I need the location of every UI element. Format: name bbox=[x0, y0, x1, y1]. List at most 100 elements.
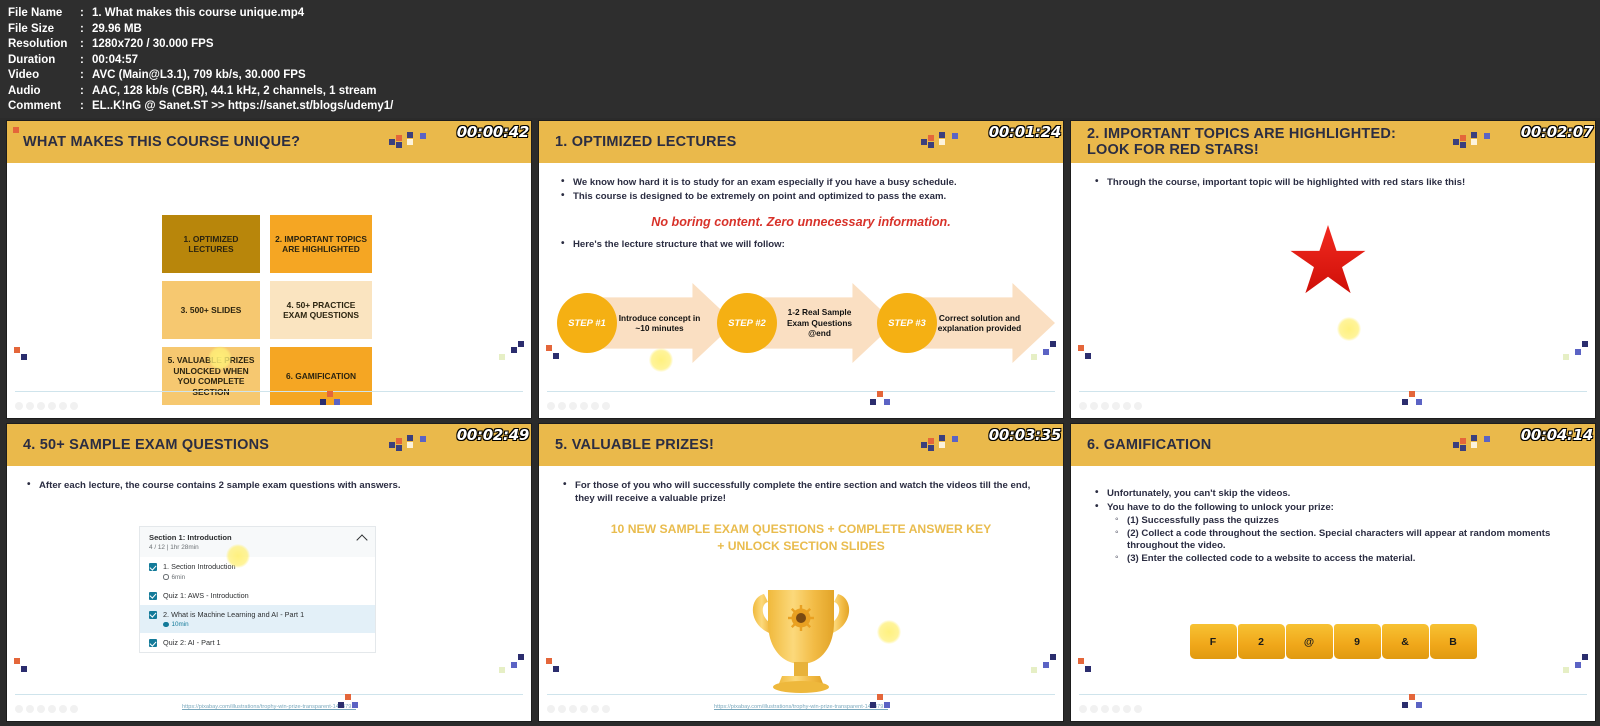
course-item-label: Quiz 2: AI - Part 1 bbox=[163, 638, 221, 647]
metadata-key: File Size bbox=[8, 22, 55, 35]
sub-bullet-list: (1) Successfully pass the quizzes (2) Co… bbox=[1115, 514, 1577, 566]
slide-body: For those of you who will successfully c… bbox=[539, 466, 1063, 721]
checkbox-checked-icon[interactable] bbox=[149, 563, 157, 571]
step-circle: STEP #3 bbox=[877, 293, 937, 353]
social-icon bbox=[37, 705, 45, 713]
prize-headline-line2: + UNLOCK SECTION SLIDES bbox=[717, 539, 885, 553]
social-icon bbox=[569, 705, 577, 713]
course-list-item[interactable]: Quiz 1: AWS - Introduction bbox=[140, 586, 375, 605]
course-item-label: Quiz 1: AWS - Introduction bbox=[163, 590, 249, 600]
decor-square bbox=[870, 702, 876, 708]
social-icon bbox=[1101, 705, 1109, 713]
video-thumbnail-panel-1[interactable]: WHAT MAKES THIS COURSE UNIQUE? 00:00:42 … bbox=[6, 120, 532, 419]
slide-header-bar: 5. VALUABLE PRIZES! 00:03:35 bbox=[539, 424, 1063, 466]
social-icons bbox=[1079, 705, 1142, 713]
course-item-label: 2. What is Machine Learning and AI - Par… bbox=[163, 609, 305, 619]
image-credit-link[interactable]: https://pixabay.com/illustrations/trophy… bbox=[539, 704, 1063, 710]
decor-square bbox=[546, 345, 552, 351]
social-icon bbox=[591, 402, 599, 410]
image-credit-link[interactable]: https://pixabay.com/illustrations/trophy… bbox=[7, 704, 531, 710]
metadata-value: 1280x720 / 30.000 FPS bbox=[92, 38, 214, 50]
process-step: STEP #1 Introduce concept in ~10 minutes bbox=[557, 275, 735, 370]
social-icon bbox=[1112, 402, 1120, 410]
checkbox-checked-icon[interactable] bbox=[149, 591, 157, 600]
footer-divider bbox=[1079, 694, 1587, 695]
footer-divider bbox=[15, 694, 523, 695]
decor-square bbox=[884, 399, 890, 405]
decor-square bbox=[1575, 349, 1581, 355]
bullet-list: For those of you who will successfully c… bbox=[563, 479, 1035, 505]
decor-square bbox=[352, 702, 358, 708]
social-icon bbox=[48, 705, 56, 713]
slide-canvas: 1. OPTIMIZED LECTURES 00:01:24 We know h… bbox=[539, 121, 1063, 418]
decor-square bbox=[511, 662, 517, 668]
checkbox-checked-icon[interactable] bbox=[149, 639, 157, 647]
decorative-pixel-cluster bbox=[389, 434, 435, 456]
decor-square bbox=[870, 399, 876, 405]
footer-divider bbox=[1079, 391, 1587, 392]
social-icon bbox=[1123, 402, 1131, 410]
checkbox-checked-icon[interactable] bbox=[149, 610, 157, 619]
course-list-item[interactable]: Quiz 2: AI - Part 1 bbox=[140, 633, 375, 652]
metadata-colon: : bbox=[80, 7, 84, 19]
decor-square bbox=[1409, 391, 1415, 397]
slide-title: 2. IMPORTANT TOPICS ARE HIGHLIGHTED: LOO… bbox=[1087, 126, 1396, 158]
decor-square bbox=[1416, 399, 1422, 405]
slide-header-bar: WHAT MAKES THIS COURSE UNIQUE? 00:00:42 bbox=[7, 121, 531, 163]
footer-divider bbox=[15, 391, 523, 392]
social-icon bbox=[26, 705, 34, 713]
footer-divider bbox=[547, 391, 1055, 392]
timecode-overlay: 00:04:14 bbox=[1520, 426, 1594, 444]
social-icon bbox=[591, 705, 599, 713]
course-section-header[interactable]: Section 1: Introduction 4 / 12 | 1hr 28m… bbox=[140, 527, 375, 557]
decor-square bbox=[1582, 341, 1588, 347]
video-thumbnail-panel-2[interactable]: 1. OPTIMIZED LECTURES 00:01:24 We know h… bbox=[538, 120, 1064, 419]
feature-box: 2. IMPORTANT TOPICS ARE HIGHLIGHTED bbox=[270, 215, 372, 273]
slide-title: 6. GAMIFICATION bbox=[1087, 437, 1211, 453]
flag-character: @ bbox=[1303, 635, 1315, 648]
timecode-overlay: 00:00:42 bbox=[456, 123, 530, 141]
bullet-list: Through the course, important topic will… bbox=[1095, 176, 1595, 190]
decorative-pixel-cluster bbox=[389, 131, 435, 153]
decor-square bbox=[884, 702, 890, 708]
decor-square bbox=[1582, 654, 1588, 660]
flag-character: B bbox=[1449, 635, 1457, 648]
slide-title-line2: LOOK FOR RED STARS! bbox=[1087, 142, 1259, 158]
slide-canvas: 5. VALUABLE PRIZES! 00:03:35 For those o… bbox=[539, 424, 1063, 721]
course-item-duration: 6min bbox=[163, 574, 236, 581]
decor-square bbox=[320, 399, 326, 405]
decor-square bbox=[1402, 702, 1408, 708]
process-flow-diagram: STEP #1 Introduce concept in ~10 minutes… bbox=[549, 275, 1055, 370]
social-icon bbox=[59, 402, 67, 410]
social-icon bbox=[48, 402, 56, 410]
slide-title: 4. 50+ SAMPLE EXAM QUESTIONS bbox=[23, 437, 269, 453]
bullet-item: Here's the lecture structure that we wil… bbox=[561, 238, 1063, 252]
video-thumbnail-panel-6[interactable]: 6. GAMIFICATION 00:04:14 Unfortunately, … bbox=[1070, 423, 1596, 722]
course-curriculum-panel[interactable]: Section 1: Introduction 4 / 12 | 1hr 28m… bbox=[140, 527, 375, 652]
social-icon bbox=[547, 402, 555, 410]
slide-title-line1: 4. 50+ SAMPLE EXAM QUESTIONS bbox=[23, 437, 270, 453]
bullet-item: You have to do the following to unlock y… bbox=[1095, 501, 1577, 515]
prize-headline-line1: 10 NEW SAMPLE EXAM QUESTIONS + COMPLETE … bbox=[610, 522, 992, 536]
video-thumbnail-panel-5[interactable]: 5. VALUABLE PRIZES! 00:03:35 For those o… bbox=[538, 423, 1064, 722]
cursor-highlight bbox=[649, 348, 673, 372]
decor-square bbox=[1402, 399, 1408, 405]
slide-canvas: 2. IMPORTANT TOPICS ARE HIGHLIGHTED: LOO… bbox=[1071, 121, 1595, 418]
course-list-item[interactable]: 1. Section Introduction 6min bbox=[140, 557, 375, 586]
social-icon bbox=[37, 402, 45, 410]
social-icons bbox=[1079, 402, 1142, 410]
decor-square bbox=[14, 347, 20, 353]
metadata-colon: : bbox=[80, 69, 84, 81]
slide-canvas: 6. GAMIFICATION 00:04:14 Unfortunately, … bbox=[1071, 424, 1595, 721]
bullet-item: For those of you who will successfully c… bbox=[563, 479, 1035, 505]
sub-bullet-item: (3) Enter the collected code to a websit… bbox=[1115, 552, 1577, 566]
video-thumbnail-panel-3[interactable]: 2. IMPORTANT TOPICS ARE HIGHLIGHTED: LOO… bbox=[1070, 120, 1596, 419]
code-flag: & bbox=[1381, 624, 1429, 659]
course-list-item[interactable]: 2. What is Machine Learning and AI - Par… bbox=[140, 604, 375, 633]
video-thumbnail-panel-4[interactable]: 4. 50+ SAMPLE EXAM QUESTIONS 00:02:49 Af… bbox=[6, 423, 532, 722]
slide-title: WHAT MAKES THIS COURSE UNIQUE? bbox=[23, 134, 300, 150]
feature-box: 4. 50+ PRACTICE EXAM QUESTIONS bbox=[270, 281, 372, 339]
flag-character: F bbox=[1209, 635, 1217, 648]
decor-square bbox=[553, 666, 559, 672]
decor-square bbox=[877, 694, 883, 700]
